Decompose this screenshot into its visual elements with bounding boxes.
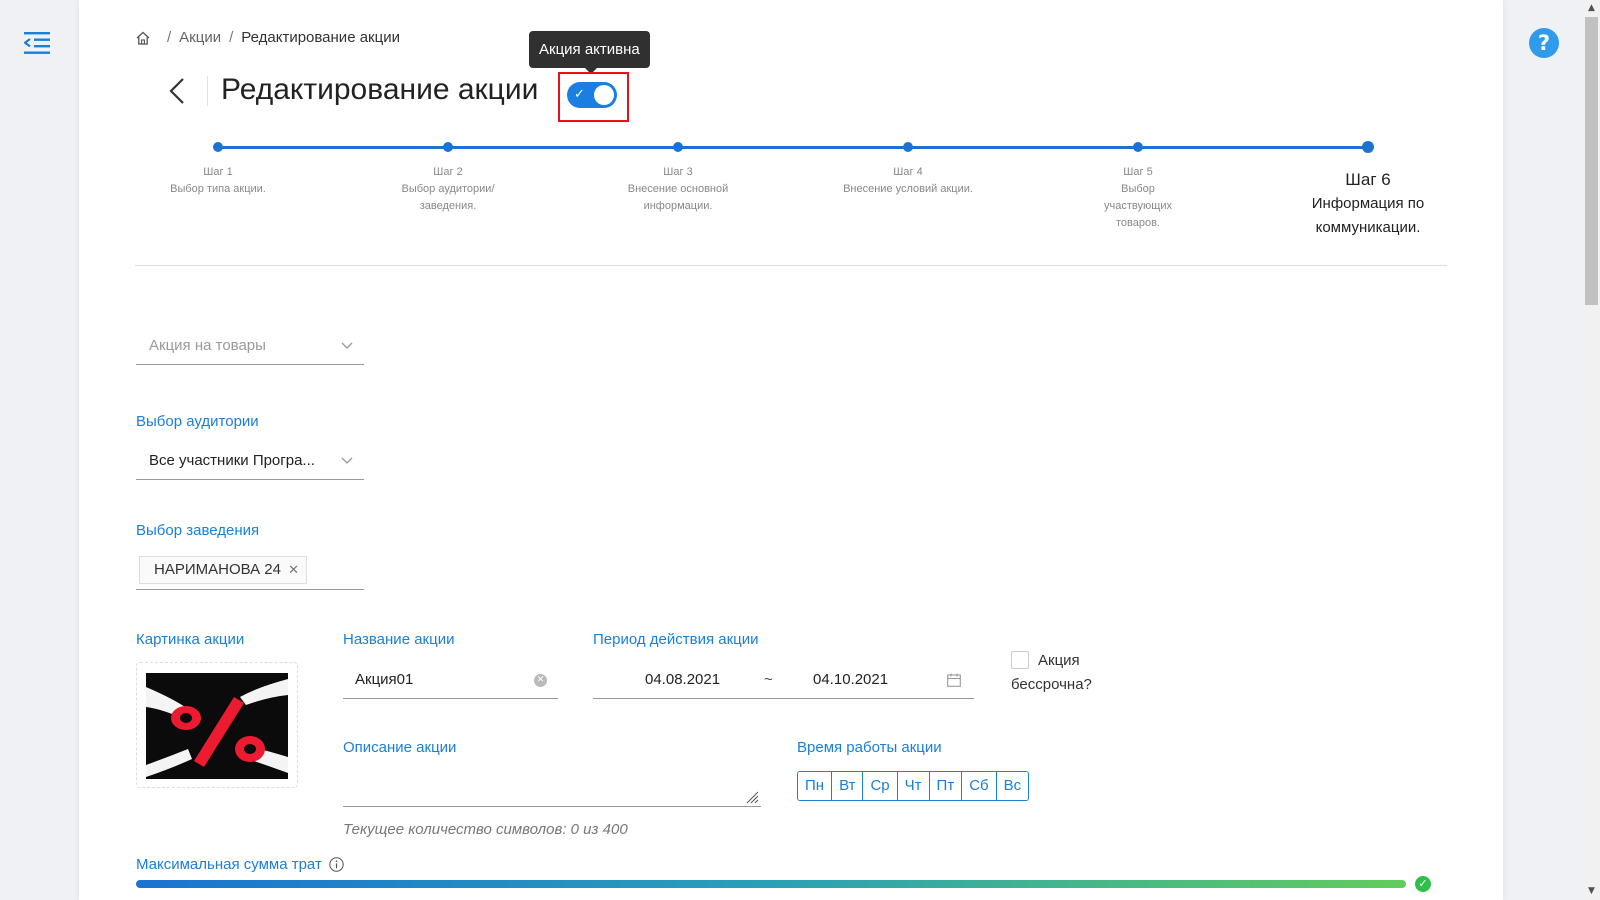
day-button-fri[interactable]: Пт	[929, 772, 963, 800]
audience-select[interactable]: Все участники Програ...	[136, 442, 364, 480]
step-title: Шаг 1	[203, 166, 233, 178]
name-label: Название акции	[343, 631, 455, 648]
step-description: Информация по коммуникации.	[1311, 195, 1425, 236]
max-spend-label-text: Максимальная сумма трат	[136, 856, 322, 873]
info-icon[interactable]	[329, 857, 344, 872]
step-description: Выбор аудитории/заведения.	[401, 183, 495, 212]
work-time-label: Время работы акции	[797, 739, 942, 756]
establishment-chip-label: НАРИМАНОВА 24	[154, 561, 281, 578]
step-dot-2[interactable]	[443, 142, 453, 152]
chip-remove-icon[interactable]: ✕	[288, 557, 299, 583]
description-textarea[interactable]	[343, 767, 761, 807]
chevron-down-icon	[341, 457, 353, 464]
resize-handle-icon[interactable]	[745, 790, 759, 804]
promo-type-select[interactable]: Акция на товары	[136, 327, 364, 365]
day-button-thu[interactable]: Чт	[897, 772, 930, 800]
step-description: Внесение условий акции.	[843, 183, 973, 195]
breadcrumb-item-promotions[interactable]: Акции	[179, 29, 221, 46]
scroll-thumb[interactable]	[1585, 17, 1598, 305]
step-title: Шаг 4	[893, 166, 923, 178]
work-days-group: Пн Вт Ср Чт Пт Сб Вс	[797, 771, 1030, 801]
page-title: Редактирование акции	[221, 73, 539, 106]
period-start-date[interactable]: 04.08.2021	[645, 661, 720, 699]
step-dot-3[interactable]	[673, 142, 683, 152]
period-end-date[interactable]: 04.10.2021	[813, 661, 888, 699]
day-button-mon[interactable]: Пн	[798, 772, 833, 800]
help-icon[interactable]: ?	[1529, 28, 1559, 58]
step-label-1[interactable]: Шаг 1 Выбор типа акции.	[128, 164, 308, 198]
max-spend-label: Максимальная сумма трат	[136, 856, 344, 873]
period-date-range[interactable]: 04.08.2021 ~ 04.10.2021	[593, 661, 974, 699]
establishment-chip: НАРИМАНОВА 24 ✕	[139, 556, 307, 584]
step-title: Шаг 2	[433, 166, 463, 178]
description-label: Описание акции	[343, 739, 457, 756]
check-icon: ✓	[1415, 876, 1431, 892]
period-separator: ~	[764, 671, 773, 688]
back-arrow-icon[interactable]	[166, 76, 190, 106]
day-button-sat[interactable]: Сб	[962, 772, 997, 800]
step-dot-1[interactable]	[213, 142, 223, 152]
perpetual-label: Акция бессрочна?	[1011, 652, 1092, 693]
step-label-4[interactable]: Шаг 4 Внесение условий акции.	[818, 164, 998, 198]
day-button-wed[interactable]: Ср	[863, 772, 898, 800]
step-title: Шаг 6	[1345, 170, 1391, 189]
check-icon: ✓	[574, 87, 585, 102]
description-char-count: Текущее количество символов: 0 из 400	[343, 821, 628, 838]
promo-active-toggle[interactable]: ✓	[567, 82, 617, 108]
image-label: Картинка акции	[136, 631, 245, 648]
calendar-icon[interactable]	[947, 673, 961, 687]
clear-icon[interactable]: ✕	[534, 674, 547, 687]
audience-value: Все участники Програ...	[149, 452, 315, 469]
max-spend-progress	[136, 880, 1406, 888]
scroll-down-icon[interactable]: ▼	[1583, 883, 1600, 900]
establishment-label: Выбор заведения	[136, 522, 260, 539]
stepper-divider	[135, 265, 1447, 266]
step-label-5[interactable]: Шаг 5 Выбор участвующих товаров.	[1058, 164, 1218, 232]
audience-label: Выбор аудитории	[136, 413, 259, 430]
toggle-knob	[594, 85, 614, 105]
step-description: Внесение основной информации.	[627, 183, 729, 212]
breadcrumb-separator: /	[167, 29, 172, 46]
promo-image	[146, 673, 288, 779]
step-label-6[interactable]: Шаг 6 Информация по коммуникации.	[1268, 168, 1468, 240]
breadcrumb-item-current: Редактирование акции	[241, 29, 400, 46]
breadcrumb: / Акции / Редактирование акции	[135, 29, 400, 46]
step-label-2[interactable]: Шаг 2 Выбор аудитории/заведения.	[358, 164, 538, 215]
scroll-up-icon[interactable]: ▲	[1583, 0, 1600, 17]
menu-collapse-icon[interactable]	[24, 30, 52, 56]
day-button-tue[interactable]: Вт	[832, 772, 864, 800]
left-rail	[0, 0, 79, 900]
toggle-tooltip: Акция активна	[529, 31, 650, 74]
promo-image-upload[interactable]	[136, 662, 298, 788]
chevron-down-icon	[341, 342, 353, 349]
step-description: Выбор типа акции.	[170, 183, 266, 195]
step-dot-5[interactable]	[1133, 142, 1143, 152]
step-title: Шаг 5	[1123, 166, 1153, 178]
breadcrumb-separator: /	[229, 29, 234, 46]
step-description: Выбор участвующих товаров.	[1104, 183, 1172, 229]
period-label: Период действия акции	[593, 631, 759, 648]
home-icon[interactable]	[135, 30, 151, 46]
promo-type-placeholder: Акция на товары	[149, 337, 266, 354]
header-divider	[207, 76, 208, 106]
step-label-3[interactable]: Шаг 3 Внесение основной информации.	[598, 164, 758, 215]
step-dot-4[interactable]	[903, 142, 913, 152]
page-scrollbar[interactable]: ▲ ▼	[1583, 0, 1600, 900]
name-value: Акция01	[355, 671, 414, 688]
stepper-track	[218, 146, 1369, 149]
step-title: Шаг 3	[663, 166, 693, 178]
day-button-sun[interactable]: Вс	[996, 772, 1029, 800]
step-dot-6[interactable]	[1362, 141, 1374, 153]
name-input[interactable]: Акция01 ✕	[343, 661, 558, 699]
